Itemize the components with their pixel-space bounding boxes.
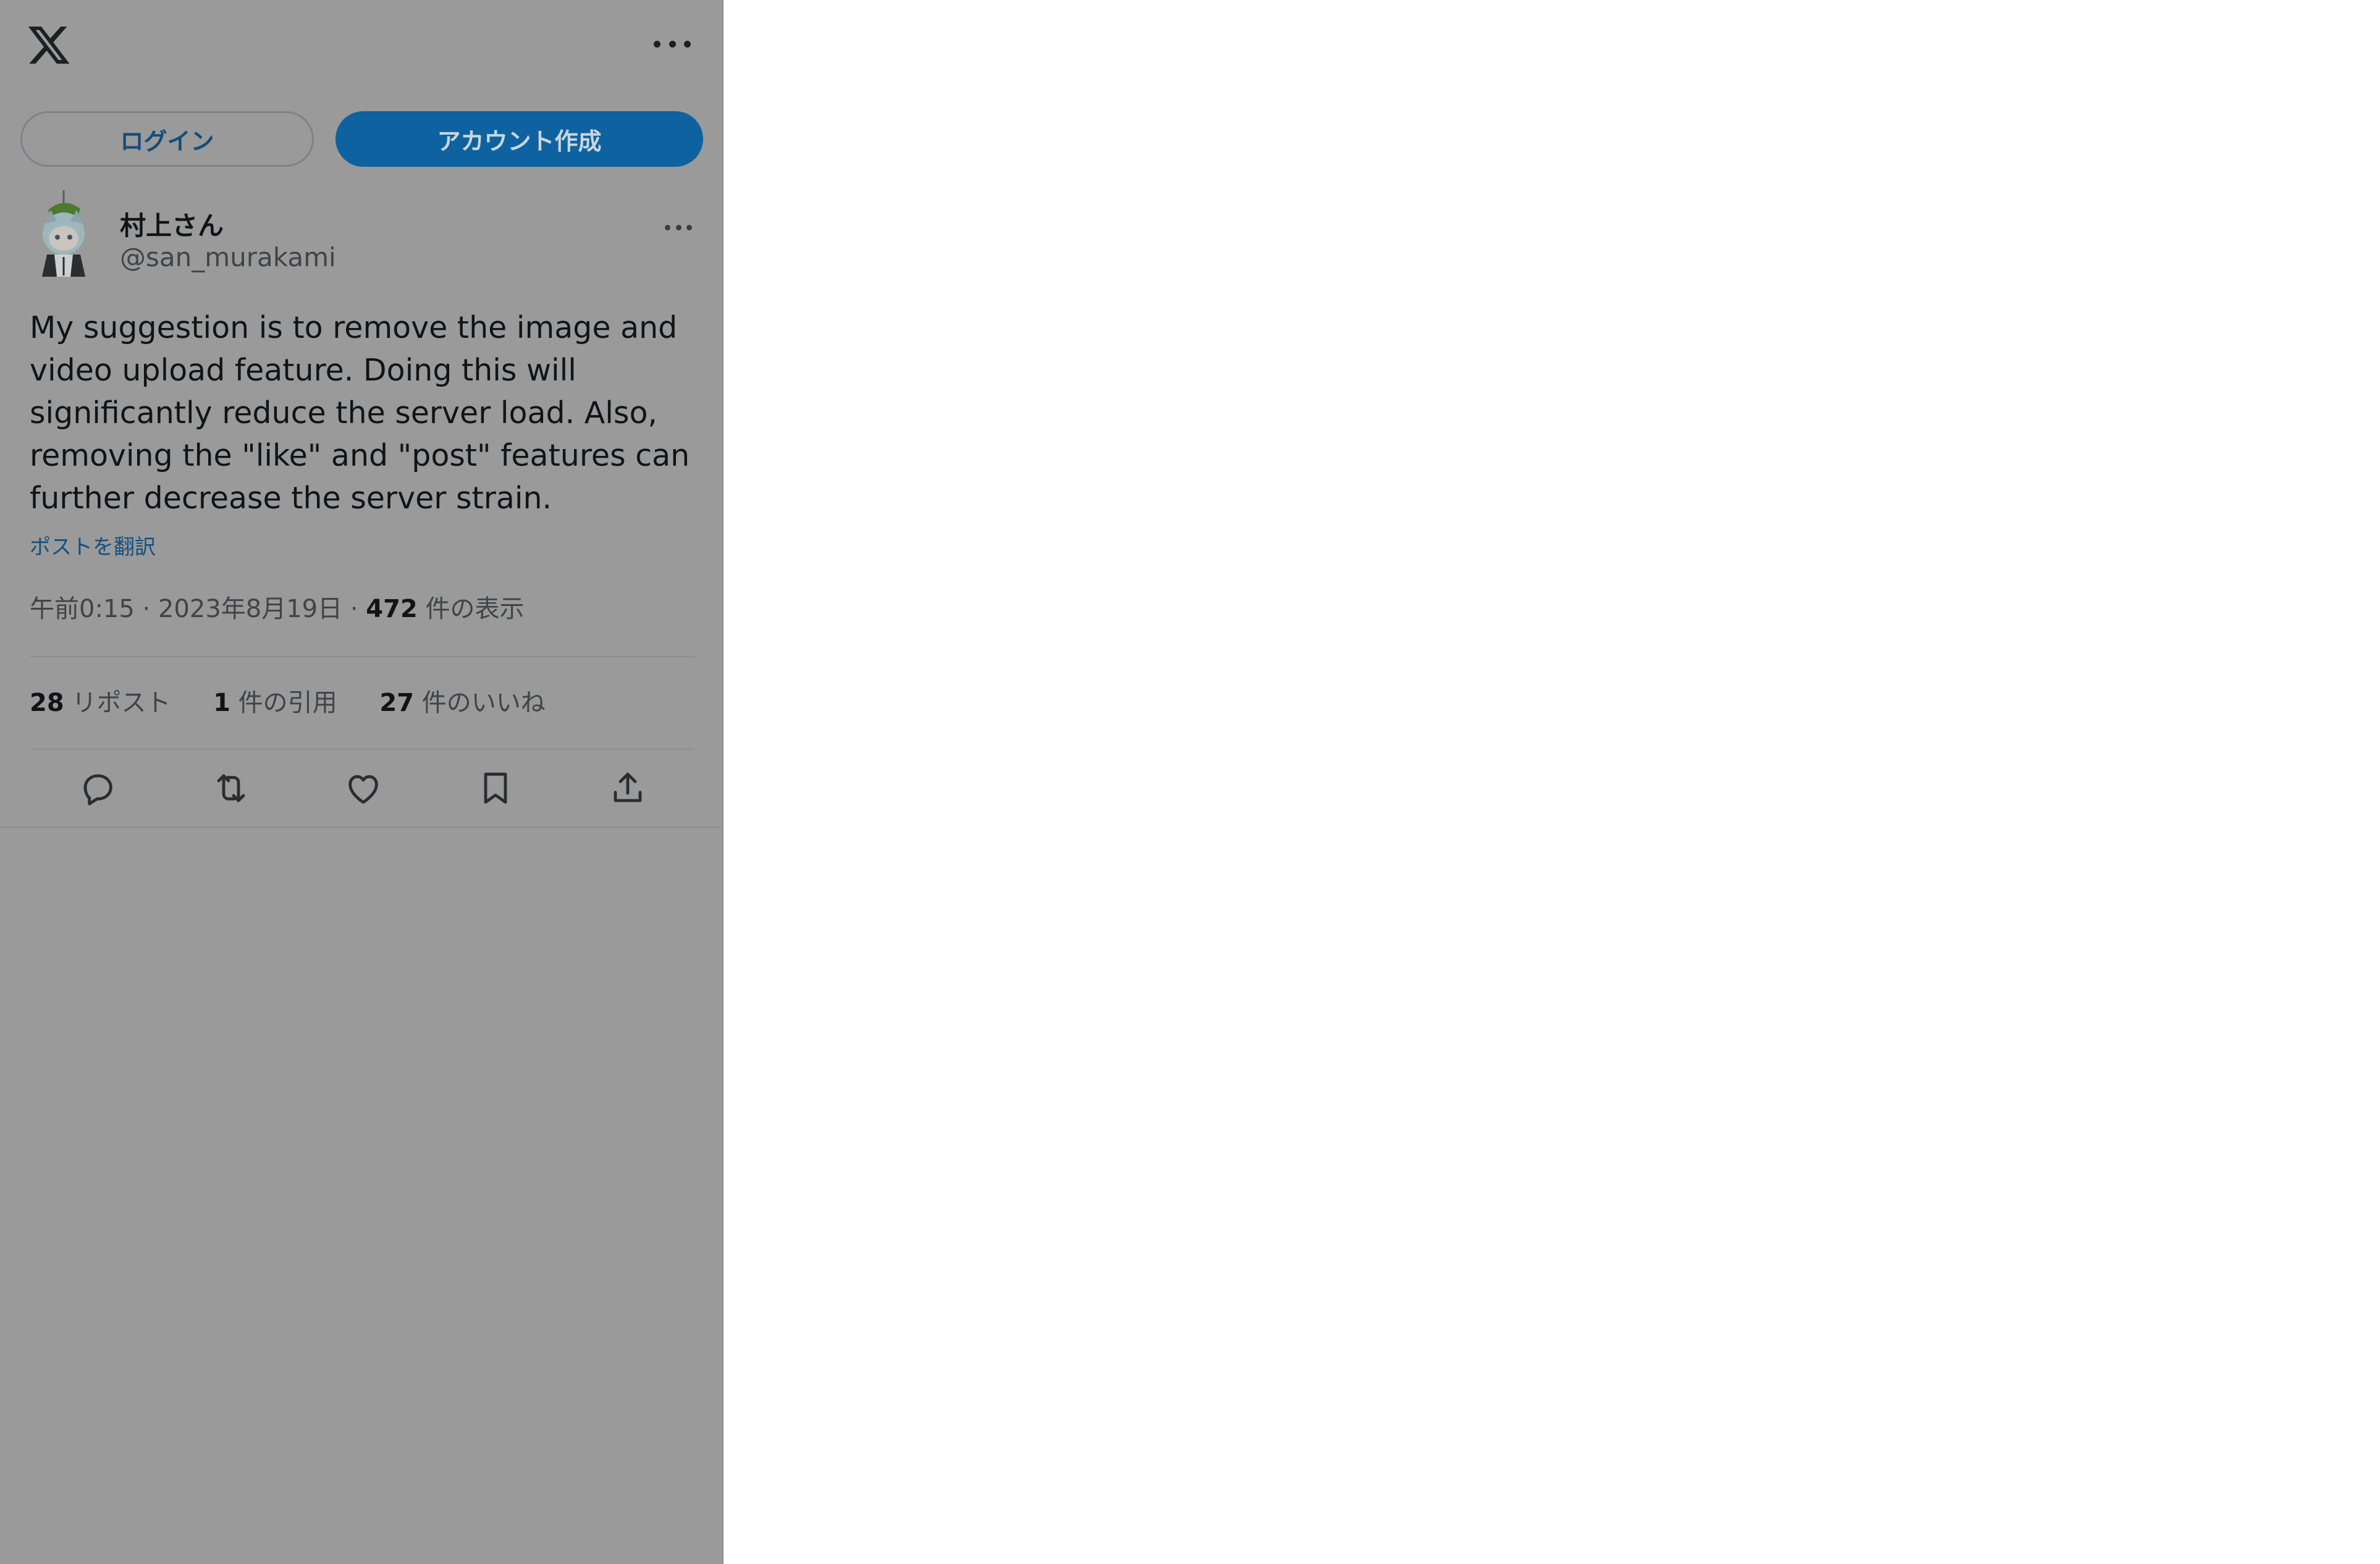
x-logo-icon[interactable] — [26, 22, 72, 68]
top-bar — [0, 0, 724, 93]
post-date[interactable]: 2023年8月19日 — [158, 595, 342, 623]
post-meta: 午前0:15 · 2023年8月19日 · 472 件の表示 — [30, 589, 525, 624]
action-bar — [30, 761, 694, 810]
create-account-button[interactable]: アカウント作成 — [335, 111, 703, 167]
avatar[interactable] — [30, 185, 98, 278]
login-button[interactable]: ログイン — [20, 111, 314, 167]
more-horizontal-icon[interactable] — [654, 35, 691, 53]
likes-count: 27 — [379, 689, 415, 717]
reply-icon[interactable] — [78, 768, 117, 808]
post-more-icon[interactable] — [665, 221, 692, 233]
repost-icon[interactable] — [211, 768, 251, 808]
divider — [30, 749, 694, 750]
reposts-label: リポスト — [72, 689, 171, 717]
divider — [30, 656, 694, 657]
quotes-count: 1 — [213, 689, 230, 717]
quotes-label: 件の引用 — [238, 689, 337, 717]
post-header: 村上さん @san_murakami — [30, 185, 697, 284]
quotes-stat[interactable]: 1 件の引用 — [213, 689, 345, 717]
likes-label: 件のいいね — [421, 689, 546, 717]
tweet-panel: ログイン アカウント作成 村上さん @san_murakami My sugge… — [0, 0, 724, 1564]
author-handle[interactable]: @san_murakami — [120, 242, 336, 272]
post-stats: 28 リポスト 1 件の引用 27 件のいいね — [30, 683, 580, 718]
bookmark-icon[interactable] — [476, 768, 515, 808]
author-name[interactable]: 村上さん — [120, 205, 224, 243]
post-time[interactable]: 午前0:15 — [30, 595, 135, 623]
auth-buttons: ログイン アカウント作成 — [20, 111, 703, 167]
views-count: 472 — [366, 595, 418, 623]
reposts-stat[interactable]: 28 リポスト — [30, 689, 179, 717]
meta-separator: · — [142, 595, 158, 623]
views-label: 件の表示 — [425, 595, 525, 623]
share-icon[interactable] — [608, 768, 648, 808]
likes-stat[interactable]: 27 件のいいね — [379, 689, 545, 717]
translate-post-link[interactable]: ポストを翻訳 — [30, 530, 156, 560]
page: ログイン アカウント作成 村上さん @san_murakami My sugge… — [0, 0, 2380, 1564]
meta-separator: · — [350, 595, 358, 623]
reposts-count: 28 — [30, 689, 64, 717]
divider — [0, 826, 724, 828]
post-text: My suggestion is to remove the image and… — [30, 310, 690, 516]
like-icon[interactable] — [344, 768, 383, 808]
